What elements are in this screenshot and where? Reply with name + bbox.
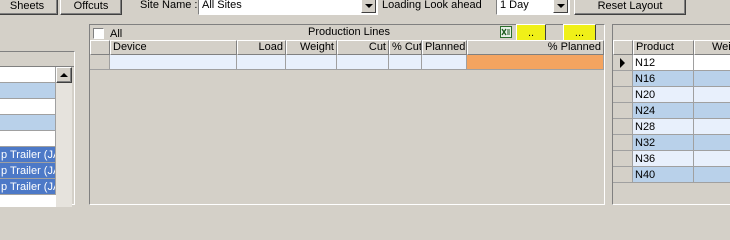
look-ahead-dropdown-icon[interactable] <box>553 0 568 13</box>
cell-device[interactable] <box>110 55 237 70</box>
cell-cut[interactable] <box>337 55 389 70</box>
ellipsis-button-2-label: ... <box>574 26 585 39</box>
column-header-planned[interactable]: Planned <box>422 40 467 55</box>
site-name-value: All Sites <box>202 0 242 11</box>
loading-look-ahead-label: Loading Look ahead <box>382 0 482 11</box>
column-header-cut[interactable]: Cut <box>337 40 389 55</box>
products-title-bar <box>613 25 730 40</box>
left-panel-row[interactable]: p Trailer (JA <box>0 163 56 179</box>
cell-weight[interactable] <box>286 55 337 70</box>
product-weight-cell[interactable] <box>694 151 730 167</box>
product-weight-cell[interactable] <box>694 87 730 103</box>
reset-layout-button-label: Reset Layout <box>597 0 663 12</box>
left-panel-row[interactable] <box>0 131 56 147</box>
ellipsis-button-1-label: .. <box>527 26 535 39</box>
left-panel-header <box>0 52 74 67</box>
product-row-indicator[interactable] <box>613 71 633 87</box>
site-name-label: Site Name : <box>140 0 198 11</box>
export-icon[interactable] <box>500 26 512 38</box>
left-panel-row[interactable] <box>0 99 56 115</box>
column-header-product[interactable]: Product <box>633 40 694 55</box>
cell-planned[interactable] <box>422 55 467 70</box>
product-cell[interactable]: N16 <box>633 71 694 87</box>
site-name-dropdown-icon[interactable] <box>361 0 376 13</box>
look-ahead-value: 1 Day <box>500 0 529 11</box>
all-label: All <box>110 28 123 40</box>
row-indicator[interactable] <box>90 55 110 70</box>
production-lines-title: Production Lines <box>308 26 390 38</box>
product-row-indicator[interactable] <box>613 87 633 103</box>
product-row-indicator[interactable] <box>613 103 633 119</box>
left-panel-row[interactable] <box>0 83 56 99</box>
products-header-corner <box>613 40 633 55</box>
cell-pct-planned[interactable] <box>467 55 604 70</box>
product-cell[interactable]: N28 <box>633 119 694 135</box>
column-header-pct-planned[interactable]: % Planned <box>467 40 604 55</box>
site-name-select[interactable]: All Sites <box>198 0 378 15</box>
offcuts-button-label: Offcuts <box>73 0 109 12</box>
reset-layout-button[interactable]: Reset Layout <box>574 0 686 15</box>
column-header-weight[interactable]: Weight <box>286 40 337 55</box>
scroll-up-button[interactable] <box>56 67 72 83</box>
column-header-pct-cut[interactable]: % Cut <box>389 40 422 55</box>
product-weight-cell[interactable] <box>694 135 730 151</box>
offcuts-button[interactable]: Offcuts <box>60 0 122 15</box>
header-corner <box>90 40 110 55</box>
left-panel-list: p Trailer (JA p Trailer (JA p Trailer (J… <box>0 67 56 207</box>
column-header-device[interactable]: Device <box>110 40 237 55</box>
column-header-load[interactable]: Load <box>237 40 286 55</box>
product-row-indicator[interactable] <box>613 55 633 71</box>
chevron-up-icon <box>60 73 68 77</box>
left-panel-row[interactable]: p Trailer (JA <box>0 179 56 195</box>
product-cell[interactable]: N24 <box>633 103 694 119</box>
product-weight-cell[interactable] <box>694 103 730 119</box>
cell-load[interactable] <box>237 55 286 70</box>
left-panel: p Trailer (JA p Trailer (JA p Trailer (J… <box>0 51 75 207</box>
product-cell[interactable]: N12 <box>633 55 694 71</box>
product-cell[interactable]: N40 <box>633 167 694 183</box>
cell-pct-cut[interactable] <box>389 55 422 70</box>
left-panel-row[interactable] <box>0 67 56 83</box>
product-weight-cell[interactable] <box>694 167 730 183</box>
production-lines-panel: Production Lines All .. ... Device Load … <box>89 24 605 205</box>
product-weight-cell[interactable] <box>694 119 730 135</box>
sheets-button[interactable]: Sheets <box>0 0 58 15</box>
left-panel-row[interactable]: p Trailer (JA <box>0 147 56 163</box>
product-row-indicator[interactable] <box>613 119 633 135</box>
product-cell[interactable]: N32 <box>633 135 694 151</box>
product-row-indicator[interactable] <box>613 167 633 183</box>
product-weight-cell[interactable] <box>694 71 730 87</box>
sheets-button-label: Sheets <box>9 0 45 12</box>
product-row-indicator[interactable] <box>613 135 633 151</box>
product-cell[interactable]: N36 <box>633 151 694 167</box>
product-row-indicator[interactable] <box>613 151 633 167</box>
product-weight-cell[interactable] <box>694 55 730 71</box>
current-row-icon <box>620 57 625 68</box>
column-header-weight-products[interactable]: Wei <box>694 40 730 55</box>
left-panel-row[interactable] <box>0 115 56 131</box>
left-panel-scrollbar[interactable] <box>56 67 72 207</box>
ellipsis-button-1[interactable]: .. <box>516 24 546 41</box>
ellipsis-button-2[interactable]: ... <box>563 24 596 41</box>
all-checkbox[interactable] <box>93 28 104 39</box>
product-cell[interactable]: N20 <box>633 87 694 103</box>
products-panel: Product Wei N12 N16 N20 N24 N28 N32 N36 … <box>612 24 730 205</box>
look-ahead-select[interactable]: 1 Day <box>496 0 570 15</box>
